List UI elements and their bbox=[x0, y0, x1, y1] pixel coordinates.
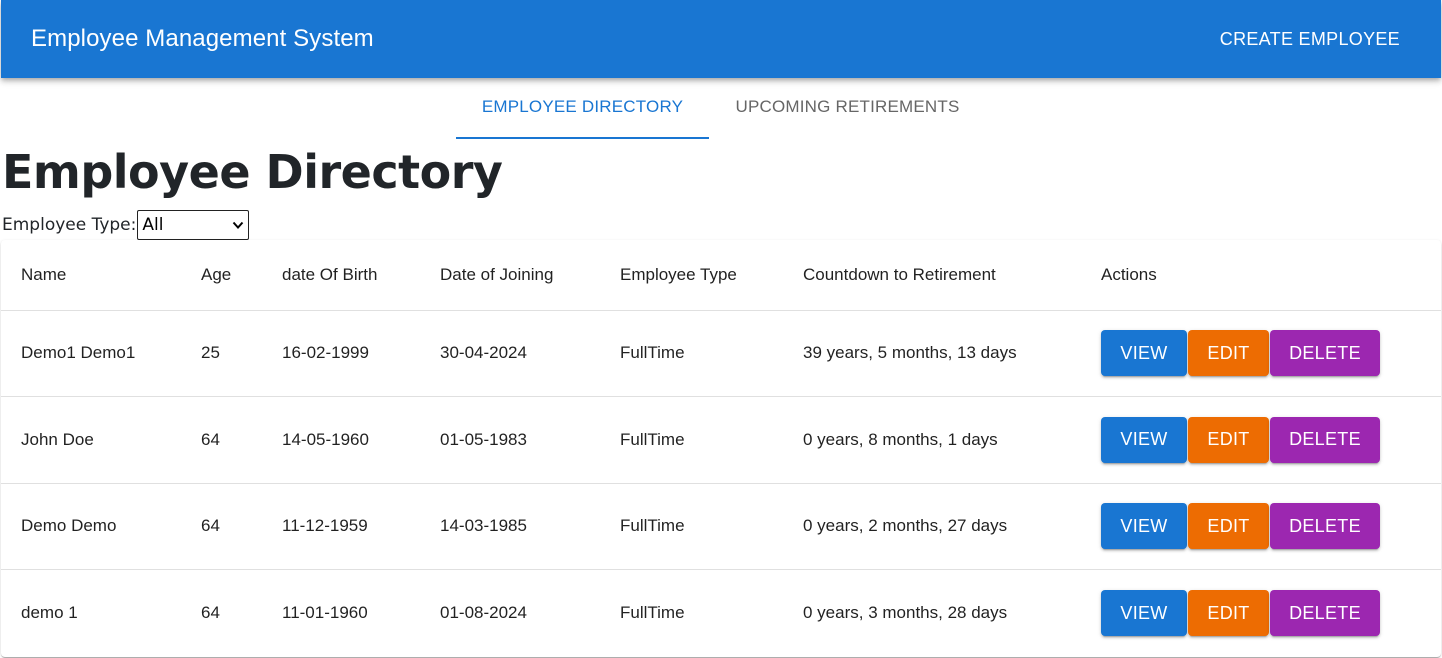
cell-employee-type: FullTime bbox=[600, 396, 783, 484]
table-row: Demo Demo 64 11-12-1959 14-03-1985 FullT… bbox=[1, 483, 1441, 570]
view-button[interactable]: VIEW bbox=[1101, 416, 1187, 463]
row-actions: VIEW EDIT DELETE bbox=[1101, 330, 1441, 377]
cell-actions: VIEW EDIT DELETE bbox=[1081, 396, 1441, 484]
cell-date-of-joining: 01-05-1983 bbox=[420, 396, 600, 484]
row-actions: VIEW EDIT DELETE bbox=[1101, 416, 1441, 463]
column-header-age: Age bbox=[181, 240, 262, 311]
cell-name: Demo Demo bbox=[1, 483, 181, 570]
delete-button[interactable]: DELETE bbox=[1270, 590, 1380, 636]
table-row: John Doe 64 14-05-1960 01-05-1983 FullTi… bbox=[1, 396, 1441, 484]
filter-label: Employee Type: bbox=[2, 215, 137, 235]
page-title: Employee Directory bbox=[2, 145, 503, 199]
delete-button[interactable]: DELETE bbox=[1270, 330, 1380, 377]
row-actions: VIEW EDIT DELETE bbox=[1101, 503, 1441, 550]
column-header-name: Name bbox=[1, 240, 181, 311]
cell-countdown: 0 years, 2 months, 27 days bbox=[783, 483, 1081, 570]
table-row: Demo1 Demo1 25 16-02-1999 30-04-2024 Ful… bbox=[1, 310, 1441, 397]
edit-button[interactable]: EDIT bbox=[1188, 590, 1269, 636]
app-bar: Employee Management System CREATE EMPLOY… bbox=[1, 0, 1441, 78]
view-button[interactable]: VIEW bbox=[1101, 503, 1187, 550]
cell-employee-type: FullTime bbox=[600, 310, 783, 397]
row-actions: VIEW EDIT DELETE bbox=[1101, 590, 1441, 636]
cell-actions: VIEW EDIT DELETE bbox=[1081, 483, 1441, 570]
chevron-down-icon bbox=[233, 221, 244, 229]
app-title: Employee Management System bbox=[31, 25, 374, 52]
delete-button[interactable]: DELETE bbox=[1270, 503, 1380, 550]
edit-button[interactable]: EDIT bbox=[1188, 503, 1269, 550]
employee-type-select[interactable]: All bbox=[137, 210, 250, 240]
edit-button[interactable]: EDIT bbox=[1188, 416, 1269, 463]
cell-countdown: 39 years, 5 months, 13 days bbox=[783, 310, 1081, 397]
cell-employee-type: FullTime bbox=[620, 603, 685, 622]
employee-table: Name Age date Of Birth Date of Joining E… bbox=[1, 240, 1441, 657]
cell-name: John Doe bbox=[1, 396, 181, 484]
edit-button[interactable]: EDIT bbox=[1188, 330, 1269, 377]
table-row: demo 1 64 11-01-1960 01-08-2024 FullTime… bbox=[1, 570, 1441, 657]
create-employee-button[interactable]: CREATE EMPLOYEE bbox=[1209, 21, 1411, 58]
employee-type-filter: Employee Type: All bbox=[2, 210, 250, 240]
cell-countdown: 0 years, 8 months, 1 days bbox=[783, 396, 1081, 484]
column-header-countdown: Countdown to Retirement bbox=[783, 240, 1081, 311]
cell-actions: VIEW EDIT DELETE bbox=[1081, 570, 1441, 657]
column-header-date-of-birth: date Of Birth bbox=[262, 240, 420, 311]
cell-countdown: 0 years, 3 months, 28 days bbox=[803, 603, 1008, 622]
cell-name: demo 1 bbox=[21, 603, 78, 622]
cell-actions: VIEW EDIT DELETE bbox=[1081, 310, 1441, 397]
cell-date-of-joining: 01-08-2024 bbox=[440, 603, 527, 622]
tab-bar: EMPLOYEE DIRECTORY UPCOMING RETIREMENTS bbox=[0, 78, 1442, 139]
table-header-row: Name Age date Of Birth Date of Joining E… bbox=[1, 240, 1441, 311]
view-button[interactable]: VIEW bbox=[1101, 590, 1187, 636]
cell-age: 64 bbox=[181, 483, 262, 570]
cell-name: Demo1 Demo1 bbox=[1, 310, 181, 397]
cell-age: 64 bbox=[201, 603, 220, 622]
tab-label: UPCOMING RETIREMENTS bbox=[735, 96, 960, 116]
view-button[interactable]: VIEW bbox=[1101, 330, 1187, 377]
tab-employee-directory[interactable]: EMPLOYEE DIRECTORY bbox=[456, 78, 709, 139]
cell-date-of-birth: 11-12-1959 bbox=[262, 483, 420, 570]
cell-date-of-joining: 14-03-1985 bbox=[420, 483, 600, 570]
cell-date-of-birth: 16-02-1999 bbox=[262, 310, 420, 397]
column-header-employee-type: Employee Type bbox=[600, 240, 783, 311]
tab-label: EMPLOYEE DIRECTORY bbox=[481, 96, 684, 116]
column-header-actions: Actions bbox=[1081, 240, 1441, 311]
delete-button[interactable]: DELETE bbox=[1270, 416, 1380, 463]
column-header-date-of-joining: Date of Joining bbox=[420, 240, 600, 311]
cell-age: 64 bbox=[181, 396, 262, 484]
filter-selected-value: All bbox=[142, 215, 164, 235]
tab-upcoming-retirements[interactable]: UPCOMING RETIREMENTS bbox=[709, 78, 986, 139]
cell-date-of-joining: 30-04-2024 bbox=[420, 310, 600, 397]
cell-date-of-birth: 11-01-1960 bbox=[282, 603, 368, 622]
cell-employee-type: FullTime bbox=[600, 483, 783, 570]
cell-age: 25 bbox=[181, 310, 262, 397]
cell-date-of-birth: 14-05-1960 bbox=[262, 396, 420, 484]
